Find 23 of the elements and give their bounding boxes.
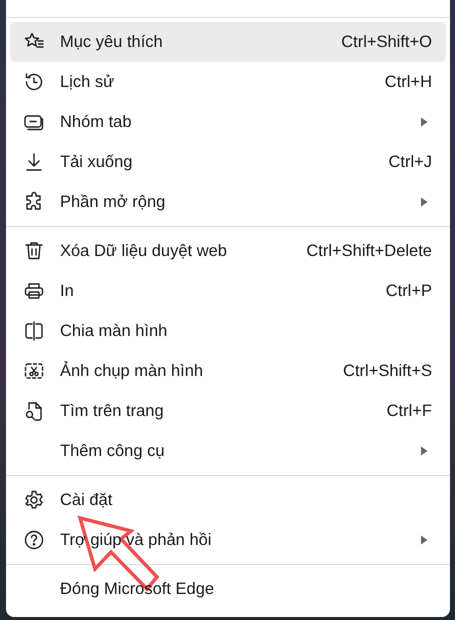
menu-item[interactable]: Thêm công cụ <box>10 431 446 471</box>
menu-item[interactable]: Nhóm tab <box>10 102 446 142</box>
split-screen-icon <box>23 320 45 342</box>
menu-item[interactable]: In Ctrl+P <box>10 271 446 311</box>
menu-item[interactable]: Phần mở rộng <box>10 182 446 222</box>
submenu-arrow-icon <box>420 197 428 207</box>
menu-item[interactable]: Ảnh chụp màn hình Ctrl+Shift+S <box>10 351 446 391</box>
submenu-arrow-icon <box>420 446 428 456</box>
help-icon <box>23 529 45 551</box>
clock-icon <box>23 71 45 93</box>
menu-item[interactable]: Cài đặt <box>10 480 446 520</box>
submenu-arrow-icon <box>420 117 428 127</box>
menu-item[interactable]: Chia màn hình <box>10 311 446 351</box>
menu-item[interactable]: Tìm trên trang Ctrl+F <box>10 391 446 431</box>
menu-item[interactable]: Mục yêu thích Ctrl+Shift+O <box>10 22 446 62</box>
submenu-arrow-icon <box>420 535 428 545</box>
menu-item[interactable]: Tải xuống Ctrl+J <box>10 142 446 182</box>
settings-icon <box>23 489 45 511</box>
menu-item[interactable]: Trợ giúp và phản hồi <box>10 520 446 560</box>
menu-item[interactable]: Lịch sử Ctrl+H <box>10 62 446 102</box>
menu-item[interactable]: Đóng Microsoft Edge <box>10 569 446 609</box>
trash-icon <box>23 240 45 262</box>
menu-item[interactable]: Xóa Dữ liệu duyệt web Ctrl+Shift+Delete <box>10 231 446 271</box>
